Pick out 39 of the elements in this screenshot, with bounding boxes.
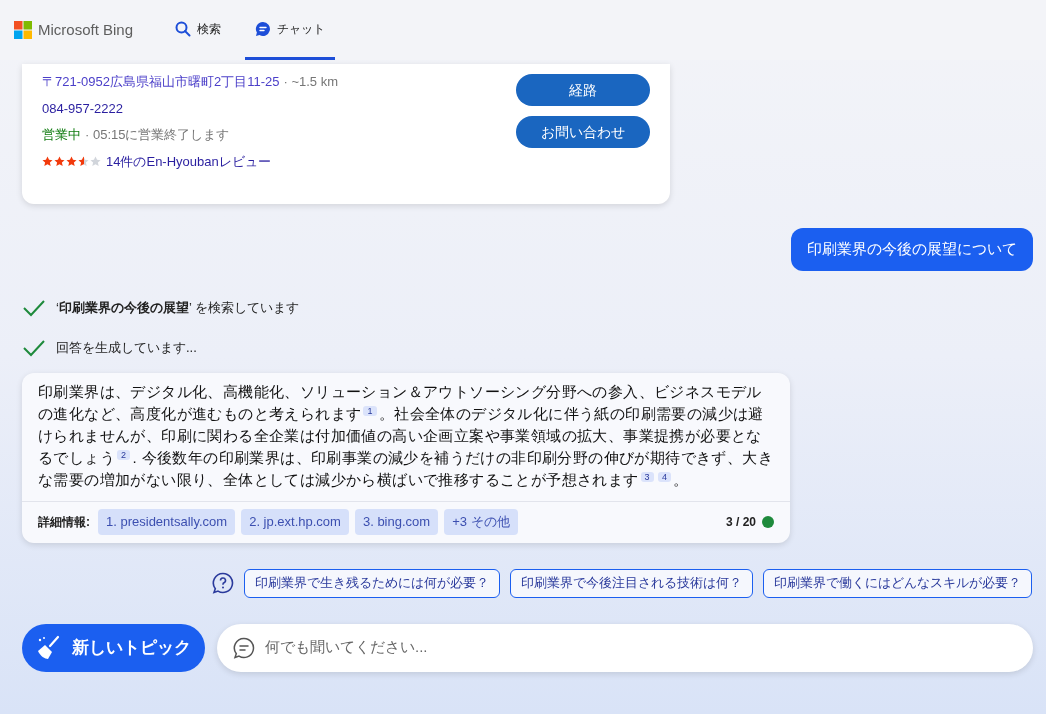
- star-icon: [54, 155, 65, 167]
- logo-icon: [14, 21, 32, 39]
- action-button[interactable]: 経路: [516, 74, 650, 106]
- progress-text: 回答を生成しています...: [56, 338, 197, 357]
- chat-input-field[interactable]: 何でも聞いてください...: [265, 636, 1017, 659]
- star-icon: [78, 155, 89, 167]
- chat-input-bar[interactable]: 何でも聞いてください...: [217, 623, 1033, 672]
- star-icon: [42, 155, 53, 167]
- nav-tab[interactable]: チャット: [245, 0, 336, 60]
- star-icon: [90, 155, 101, 167]
- chat-bubble-icon: [255, 20, 272, 37]
- hours-text: · 05:15に営業終了します: [85, 126, 230, 144]
- progress-text: ‘印刷業界の今後の展望’ を検索しています: [56, 298, 299, 317]
- chat-bubble-icon: [233, 636, 255, 659]
- help-icon: [212, 572, 234, 594]
- sources-label: 詳細情報:: [38, 514, 90, 531]
- suggestion-chip[interactable]: 印刷業界で働くにはどんなスキルが必要？: [763, 568, 1032, 598]
- status-dot-icon: [762, 516, 774, 528]
- reviews-link[interactable]: 14件のEn-Hyoubanレビュー: [106, 151, 271, 171]
- address-link[interactable]: 〒721-0952広島県福山市曙町2丁目11-25: [42, 72, 280, 92]
- new-topic-button[interactable]: 新しいトピック: [22, 623, 205, 672]
- user-message: 印刷業界の今後の展望について: [791, 228, 1033, 271]
- open-status: 営業中: [42, 126, 81, 144]
- answer-text: 印刷業界は、デジタル化、高機能化、ソリューション＆アウトソーシング分野への参入、ビジネスモデルの進化など、高度化が進むものと考えられます $^{1}$ 。社会全体のデジタル化に伴う紙の印刷需要の減少は避けられませんが、印刷に関わる全企業は付加価値の高い企画立案や事業領域の拡大、事業提携が必要となるでしょう $^{2}$ . 今後数年の印刷業界は、印刷事業の減少を補うだけの非印刷分野の伸びが期待できず、大きな需要の増加がない限り、全体としては減少から横ばいで推移することが予想されます $^{3}$ $^{4}$ 。: [37, 381, 774, 490]
- search-icon: [175, 20, 192, 37]
- turn-counter: 3 / 20: [725, 514, 756, 531]
- nav-tab[interactable]: 検索: [165, 0, 232, 60]
- suggestion-chip[interactable]: 印刷業界で生き残るためには何が必要？: [244, 568, 500, 598]
- source-link[interactable]: 3. bing.com: [354, 509, 439, 535]
- source-link[interactable]: 2. jp.ext.hp.com: [241, 509, 349, 535]
- logo-text: Microsoft Bing: [38, 19, 134, 40]
- source-link[interactable]: 1. presidentsally.com: [98, 509, 236, 535]
- suggestion-chip[interactable]: 印刷業界で今後注目される技術は何？: [510, 568, 753, 598]
- source-link[interactable]: +3 その他: [444, 509, 518, 535]
- distance-text: · ~1.5 km: [283, 73, 338, 91]
- broom-icon: [36, 634, 62, 661]
- action-button[interactable]: お問い合わせ: [516, 116, 650, 148]
- star-icon: [66, 155, 77, 167]
- phone-link[interactable]: 084-957-2222: [42, 98, 123, 118]
